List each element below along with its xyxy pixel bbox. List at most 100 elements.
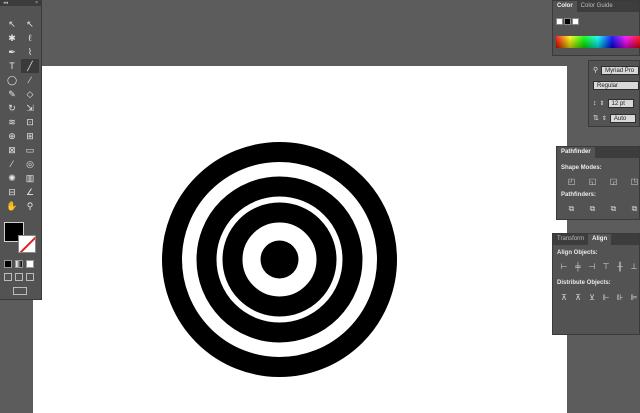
align-bottom-icon[interactable]: ⊥ [627,260,640,272]
align-center-v-icon[interactable]: ╫ [613,260,627,272]
font-style-field[interactable]: Regular [593,80,639,90]
pathfinders-label: Pathfinders: [561,192,597,198]
align-center-h-icon[interactable]: ╪ [571,260,585,272]
warp-tool-icon[interactable]: ≋ [3,115,21,129]
trim-icon[interactable]: ⧉ [582,203,603,215]
bullseye-dot[interactable] [260,240,299,279]
crop-icon[interactable]: ⧉ [624,203,640,215]
tab-pathfinder[interactable]: Pathfinder [557,147,595,158]
collapse-icon[interactable]: ◂◂ [3,0,8,6]
mesh-tool-icon[interactable]: ⊠ [3,143,21,157]
draw-normal-icon[interactable] [4,273,12,281]
exclude-icon[interactable]: ◳ [624,175,640,187]
rotate-tool-icon[interactable]: ↻ [3,101,21,115]
minus-front-icon[interactable]: ◱ [582,175,603,187]
tab-transform[interactable]: Transform [553,234,588,245]
screen-mode-row [13,287,27,295]
align-right-icon[interactable]: ⊣ [585,260,599,272]
font-size-row: ↕ ⇕ 12 pt [593,98,634,108]
selection-tool-icon[interactable]: ↖ [3,17,21,31]
stroke-swatch[interactable] [18,235,36,253]
gradient-mode-icon[interactable] [15,260,23,268]
color-spectrum[interactable] [556,36,640,48]
type-tool-icon[interactable]: T [3,59,21,73]
character-panel: ⚲ Myriad Pro Regular ↕ ⇕ 12 pt ⇅ ⇕ Auto [588,60,640,127]
none-mode-icon[interactable] [26,260,34,268]
screen-mode-icon[interactable] [13,287,27,295]
paintbrush-tool-icon[interactable]: ∕ [21,73,39,87]
eyedropper-tool-icon[interactable]: ⁄ [3,157,21,171]
align-panel-tabs: Transform Align [553,234,639,245]
distribute-left-icon[interactable]: ⊩ [599,291,613,303]
font-size-icon: ↕ [593,99,597,107]
search-icon: ⚲ [593,67,599,74]
shape-builder-tool-icon[interactable]: ⊕ [3,129,21,143]
column-graph-tool-icon[interactable]: ▥ [21,171,39,185]
distribute-center-h-icon[interactable]: ⊪ [613,291,627,303]
close-icon[interactable]: × [35,0,38,6]
leading-icon: ⇅ [593,115,599,122]
stepper-icon[interactable]: ⇕ [600,100,605,107]
distribute-right-icon[interactable]: ⊫ [627,291,640,303]
tab-color[interactable]: Color [553,1,577,12]
curvature-tool-icon[interactable]: ⌇ [21,45,39,59]
intersect-icon[interactable]: ◲ [603,175,624,187]
tool-grid: ↖ ↖ ✱ ℓ ✒ ⌇ T ╱ ◯ ∕ ✎ ◇ ↻ ⇲ ≋ ⊡ ⊕ ⊞ ⊠ ▭ ⁄ ◎ ✺ ▥ ⊟ ∠ ✋ ⚲ [3,17,39,213]
shape-modes-row: ◰ ◱ ◲ ◳ [561,175,640,187]
leading-field[interactable]: Auto [609,113,636,123]
align-panel: Transform Align Align Objects: ⊢ ╪ ⊣ ⊤ ╫… [552,233,640,335]
align-top-icon[interactable]: ⊤ [599,260,613,272]
divide-icon[interactable]: ⧉ [561,203,582,215]
font-family-row: ⚲ Myriad Pro [593,65,640,75]
lasso-tool-icon[interactable]: ℓ [21,31,39,45]
distribute-bottom-icon[interactable]: ⊻ [585,291,599,303]
direct-selection-tool-icon[interactable]: ↖ [21,17,39,31]
symbol-sprayer-tool-icon[interactable]: ✺ [3,171,21,185]
hand-tool-icon[interactable]: ✋ [3,199,21,213]
pathfinder-panel-tabs: Pathfinder [557,147,639,158]
unite-icon[interactable]: ◰ [561,175,582,187]
distribute-top-icon[interactable]: ⊼ [557,291,571,303]
font-family-field[interactable]: Myriad Pro [601,65,640,75]
gradient-tool-icon[interactable]: ▭ [21,143,39,157]
pathfinders-row: ⧉ ⧉ ⧉ ⧉ [561,203,640,215]
line-segment-tool-icon[interactable]: ╱ [21,59,39,73]
black-swatch[interactable] [564,18,571,25]
shape-modes-label: Shape Modes: [561,165,602,171]
scale-tool-icon[interactable]: ⇲ [21,101,39,115]
distribute-objects-row: ⊼ ⊼ ⊻ ⊩ ⊪ ⊫ [557,291,640,303]
color-mode-row [4,260,34,268]
pen-tool-icon[interactable]: ✒ [3,45,21,59]
tab-color-guide[interactable]: Color Guide [577,1,617,12]
fill-stroke-swatches [4,222,38,258]
blend-tool-icon[interactable]: ◎ [21,157,39,171]
color-mode-icon[interactable] [4,260,12,268]
stepper-icon[interactable]: ⇕ [602,115,607,122]
eraser-tool-icon[interactable]: ◇ [21,87,39,101]
draw-mode-row [4,273,34,281]
draw-behind-icon[interactable] [15,273,23,281]
align-objects-label: Align Objects: [557,250,598,256]
concentric-circles-artwork[interactable] [162,142,397,377]
merge-icon[interactable]: ⧉ [603,203,624,215]
distribute-objects-label: Distribute Objects: [557,280,611,286]
ellipse-tool-icon[interactable]: ◯ [3,73,21,87]
color-panel-tabs: Color Color Guide [553,1,639,12]
zoom-tool-icon[interactable]: ⚲ [21,199,39,213]
pencil-tool-icon[interactable]: ✎ [3,87,21,101]
draw-inside-icon[interactable] [26,273,34,281]
distribute-center-v-icon[interactable]: ⊼ [571,291,585,303]
tools-panel-header[interactable]: ◂◂ × [0,0,41,6]
white-swatch[interactable] [572,18,579,25]
none-swatch[interactable] [556,18,563,25]
magic-wand-tool-icon[interactable]: ✱ [3,31,21,45]
font-size-field[interactable]: 12 pt [607,98,634,108]
color-panel: Color Color Guide [552,0,640,56]
perspective-grid-tool-icon[interactable]: ⊞ [21,129,39,143]
artboard-tool-icon[interactable]: ⊟ [3,185,21,199]
free-transform-tool-icon[interactable]: ⊡ [21,115,39,129]
leading-row: ⇅ ⇕ Auto [593,113,636,123]
slice-tool-icon[interactable]: ∠ [21,185,39,199]
align-left-icon[interactable]: ⊢ [557,260,571,272]
tab-align[interactable]: Align [588,234,612,245]
